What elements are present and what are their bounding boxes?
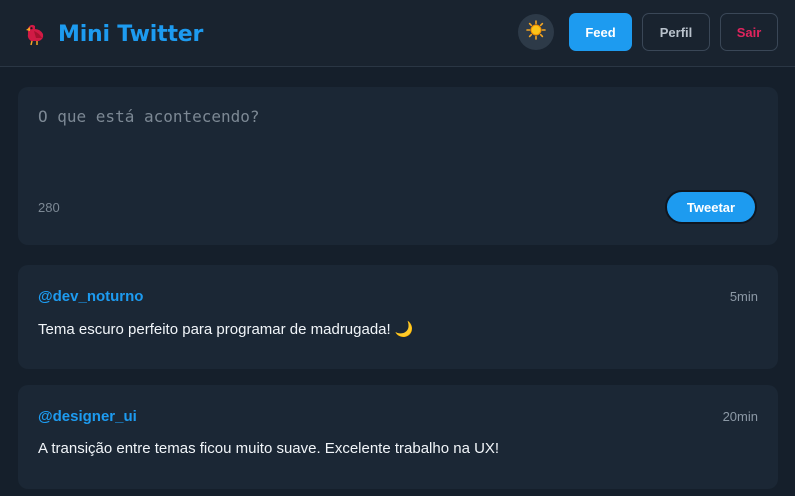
post-card: @designer_ui 20min A transição entre tem… xyxy=(18,385,778,489)
feed-button[interactable]: Feed xyxy=(569,13,632,51)
bird-logo-icon xyxy=(22,21,48,47)
post-username[interactable]: @dev_noturno xyxy=(38,288,143,305)
post-card: @dev_noturno 5min Tema escuro perfeito p… xyxy=(18,265,778,369)
app-title: Mini Twitter xyxy=(58,21,204,47)
tweet-input[interactable] xyxy=(38,107,758,177)
sair-button[interactable]: Sair xyxy=(720,13,778,51)
post-timestamp: 20min xyxy=(722,409,758,424)
tweetar-button[interactable]: Tweetar xyxy=(665,190,757,224)
perfil-button[interactable]: Perfil xyxy=(642,13,710,51)
char-counter: 280 xyxy=(38,200,60,215)
post-username[interactable]: @designer_ui xyxy=(38,408,137,425)
theme-toggle-button[interactable] xyxy=(518,14,554,50)
post-content: A transição entre temas ficou muito suav… xyxy=(38,440,500,457)
post-timestamp: 5min xyxy=(729,289,758,304)
post-content: Tema escuro perfeito para programar de m… xyxy=(38,321,414,338)
top-navbar: Mini Twitter Feed Perfil Sair xyxy=(0,0,795,67)
tweet-composer: 280 Tweetar xyxy=(18,87,778,245)
sun-icon xyxy=(526,20,546,44)
brand: Mini Twitter xyxy=(22,19,203,49)
